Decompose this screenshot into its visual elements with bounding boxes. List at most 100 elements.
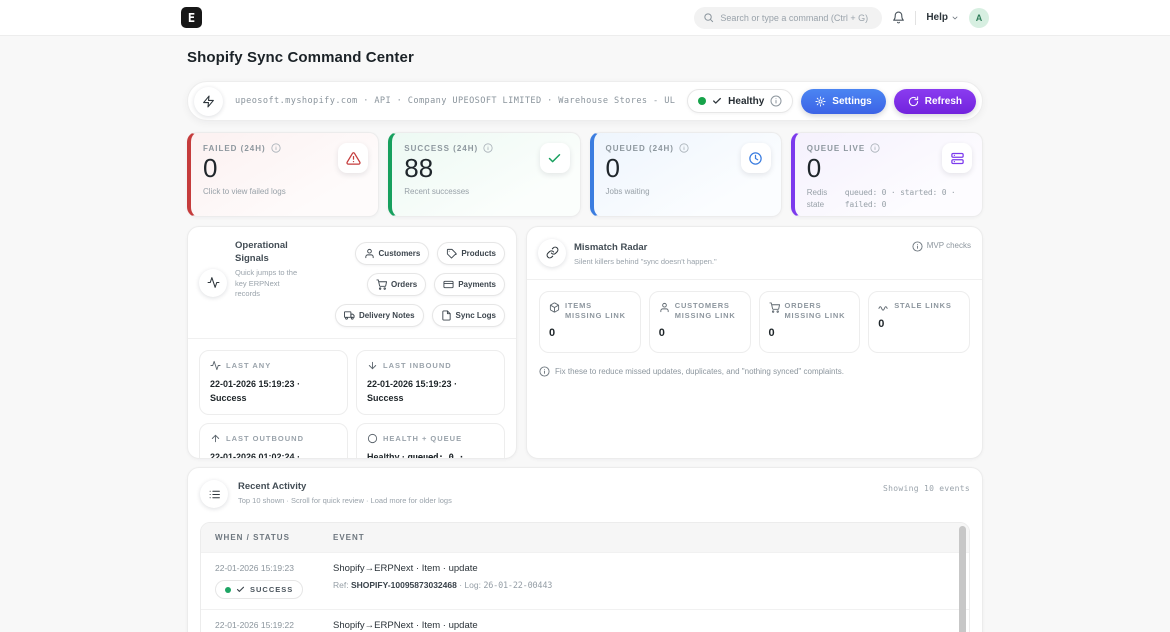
gear-icon xyxy=(815,96,826,107)
redis-state-label: Redis state xyxy=(807,187,835,211)
items-missing-link-value: 0 xyxy=(549,327,631,339)
topbar-divider xyxy=(915,11,916,25)
truck-icon xyxy=(344,310,355,321)
refresh-button[interactable]: Refresh xyxy=(894,89,976,114)
signals-subtitle: Quick jumps to the key ERPNext records xyxy=(235,268,299,301)
list-icon xyxy=(200,480,228,508)
arrow-up-icon xyxy=(210,433,221,444)
activity-subtitle: Top 10 shown · Scroll for quick review ·… xyxy=(238,496,452,507)
delivery-notes-button[interactable]: Delivery Notes xyxy=(335,304,424,327)
activity-title: Recent Activity xyxy=(238,481,452,494)
stale-links-value: 0 xyxy=(878,318,960,330)
mismatch-radar-panel: Mismatch Radar Silent killers behind "sy… xyxy=(526,226,983,459)
stat-success-label: SUCCESS (24H) xyxy=(404,144,478,153)
user-icon xyxy=(659,301,670,322)
event-title: Shopify→ERPNext · Item · update xyxy=(333,620,955,631)
page-title: Shopify Sync Command Center xyxy=(187,36,983,66)
table-row[interactable]: 22-01-2026 15:19:23 SUCCESS Shopify→ERPN… xyxy=(201,552,969,609)
sync-logs-button[interactable]: Sync Logs xyxy=(432,304,505,327)
col-when-status: WHEN / STATUS xyxy=(215,533,333,542)
user-avatar[interactable]: A xyxy=(969,8,989,28)
customers-missing-link-value: 0 xyxy=(659,327,741,339)
stat-card-failed[interactable]: FAILED (24H) 0 Click to view failed logs xyxy=(187,132,379,217)
alert-triangle-icon xyxy=(338,143,368,173)
help-menu[interactable]: Help xyxy=(926,12,959,23)
last-any-card: LAST ANY 22-01-2026 15:19:23 · Success xyxy=(199,350,348,415)
orders-missing-link-card[interactable]: ORDERS MISSING LINK 0 xyxy=(759,291,861,353)
check-icon xyxy=(540,143,570,173)
tag-icon xyxy=(446,248,457,259)
cart-icon xyxy=(376,279,387,290)
payments-button[interactable]: Payments xyxy=(434,273,505,296)
settings-button[interactable]: Settings xyxy=(801,89,885,114)
health-dot xyxy=(698,97,706,105)
link-icon xyxy=(538,239,566,267)
server-icon xyxy=(942,143,972,173)
event-ref: SHOPIFY-10095873032468 xyxy=(351,580,457,590)
help-label: Help xyxy=(926,12,948,23)
orders-button[interactable]: Orders xyxy=(367,273,426,296)
refresh-icon xyxy=(908,96,919,107)
health-queue-prefix: Healthy · xyxy=(367,452,408,459)
stat-card-queued[interactable]: QUEUED (24H) 0 Jobs waiting xyxy=(590,132,782,217)
settings-label: Settings xyxy=(832,96,871,107)
stale-links-card[interactable]: STALE LINKS 0 xyxy=(868,291,970,353)
credit-card-icon xyxy=(443,279,454,290)
stat-card-success[interactable]: SUCCESS (24H) 88 Recent successes xyxy=(388,132,580,217)
arrow-down-icon xyxy=(367,360,378,371)
table-scrollbar xyxy=(959,526,966,632)
stat-queued-caption: Jobs waiting xyxy=(606,187,769,196)
stat-cards-row: FAILED (24H) 0 Click to view failed logs… xyxy=(187,132,983,217)
products-button[interactable]: Products xyxy=(437,242,505,265)
info-icon[interactable] xyxy=(679,143,689,153)
status-text: SUCCESS xyxy=(250,585,293,594)
stat-card-queue-live[interactable]: QUEUE LIVE 0 Redis state queued: 0 · sta… xyxy=(791,132,983,217)
table-row[interactable]: 22-01-2026 15:19:22 SUCCESS Shopify→ERPN… xyxy=(201,609,969,632)
app-logo[interactable]: E xyxy=(181,7,202,28)
info-icon[interactable] xyxy=(912,241,923,252)
last-inbound-card: LAST INBOUND 22-01-2026 15:19:23 · Succe… xyxy=(356,350,505,415)
zap-icon xyxy=(194,87,223,116)
info-icon[interactable] xyxy=(770,95,782,107)
cart-icon xyxy=(769,301,780,322)
health-status-pill[interactable]: Healthy xyxy=(687,89,793,113)
info-icon xyxy=(539,366,550,377)
activity-pulse-icon xyxy=(199,269,227,297)
orders-missing-link-value: 0 xyxy=(769,327,851,339)
stat-success-caption: Recent successes xyxy=(404,187,567,196)
connection-bar: upeosoft.myshopify.com · API · Company U… xyxy=(187,81,983,121)
row-when: 22-01-2026 15:19:22 xyxy=(215,620,333,630)
event-title: Shopify→ERPNext · Item · update xyxy=(333,563,955,574)
info-icon[interactable] xyxy=(271,143,281,153)
check-icon xyxy=(236,585,245,594)
events-count: Showing 10 events xyxy=(883,480,970,493)
check-icon xyxy=(712,96,722,106)
info-icon[interactable] xyxy=(483,143,493,153)
search-input[interactable] xyxy=(720,13,873,23)
scrollbar-thumb[interactable] xyxy=(959,526,966,632)
notifications-bell-icon[interactable] xyxy=(892,11,905,24)
stat-queue-live-label: QUEUE LIVE xyxy=(807,144,865,153)
items-missing-link-card[interactable]: ITEMS MISSING LINK 0 xyxy=(539,291,641,353)
search-bar[interactable] xyxy=(694,7,882,29)
activity-pulse-icon xyxy=(210,360,221,371)
mvp-checks-label: MVP checks xyxy=(927,241,971,250)
avatar-initial: A xyxy=(976,13,983,23)
row-when: 22-01-2026 15:19:23 xyxy=(215,563,333,573)
info-icon[interactable] xyxy=(870,143,880,153)
connection-summary: upeosoft.myshopify.com · API · Company U… xyxy=(235,96,675,106)
operational-signals-panel: Operational Signals Quick jumps to the k… xyxy=(187,226,517,459)
stat-queued-label: QUEUED (24H) xyxy=(606,144,674,153)
clock-icon xyxy=(741,143,771,173)
status-dot xyxy=(225,587,231,593)
activity-table: WHEN / STATUS EVENT 22-01-2026 15:19:23 … xyxy=(200,522,970,632)
search-icon xyxy=(703,12,714,23)
col-event: EVENT xyxy=(333,533,955,542)
customers-missing-link-card[interactable]: CUSTOMERS MISSING LINK 0 xyxy=(649,291,751,353)
user-icon xyxy=(364,248,375,259)
stat-failed-label: FAILED (24H) xyxy=(203,144,266,153)
customers-button[interactable]: Customers xyxy=(355,242,430,265)
mismatch-title: Mismatch Radar xyxy=(574,242,717,255)
chevron-down-icon xyxy=(951,14,959,22)
file-icon xyxy=(441,310,452,321)
